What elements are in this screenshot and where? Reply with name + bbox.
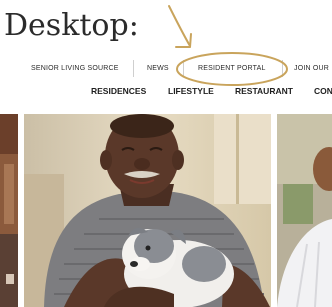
nav-link-news[interactable]: NEWS <box>147 65 169 72</box>
photo-man-with-puppy <box>24 114 271 307</box>
photo-left-partial <box>0 114 18 307</box>
main-nav: RESIDENCES LIFESTYLE RESTAURANT CON <box>0 86 332 98</box>
nav-link-residences[interactable]: RESIDENCES <box>91 86 146 96</box>
photo-right-partial <box>277 114 332 307</box>
nav-link-senior-living-source[interactable]: SENIOR LIVING SOURCE <box>31 65 119 72</box>
page-heading: Desktop: <box>4 8 139 43</box>
nav-link-con[interactable]: CON <box>314 86 332 96</box>
nav-divider <box>133 60 134 77</box>
nav-link-lifestyle[interactable]: LIFESTYLE <box>168 86 214 96</box>
nav-link-join-our[interactable]: JOIN OUR <box>294 65 329 72</box>
nav-link-restaurant[interactable]: RESTAURANT <box>235 86 293 96</box>
annotation-ellipse-icon <box>176 52 288 86</box>
annotation-arrow-icon <box>168 5 192 48</box>
